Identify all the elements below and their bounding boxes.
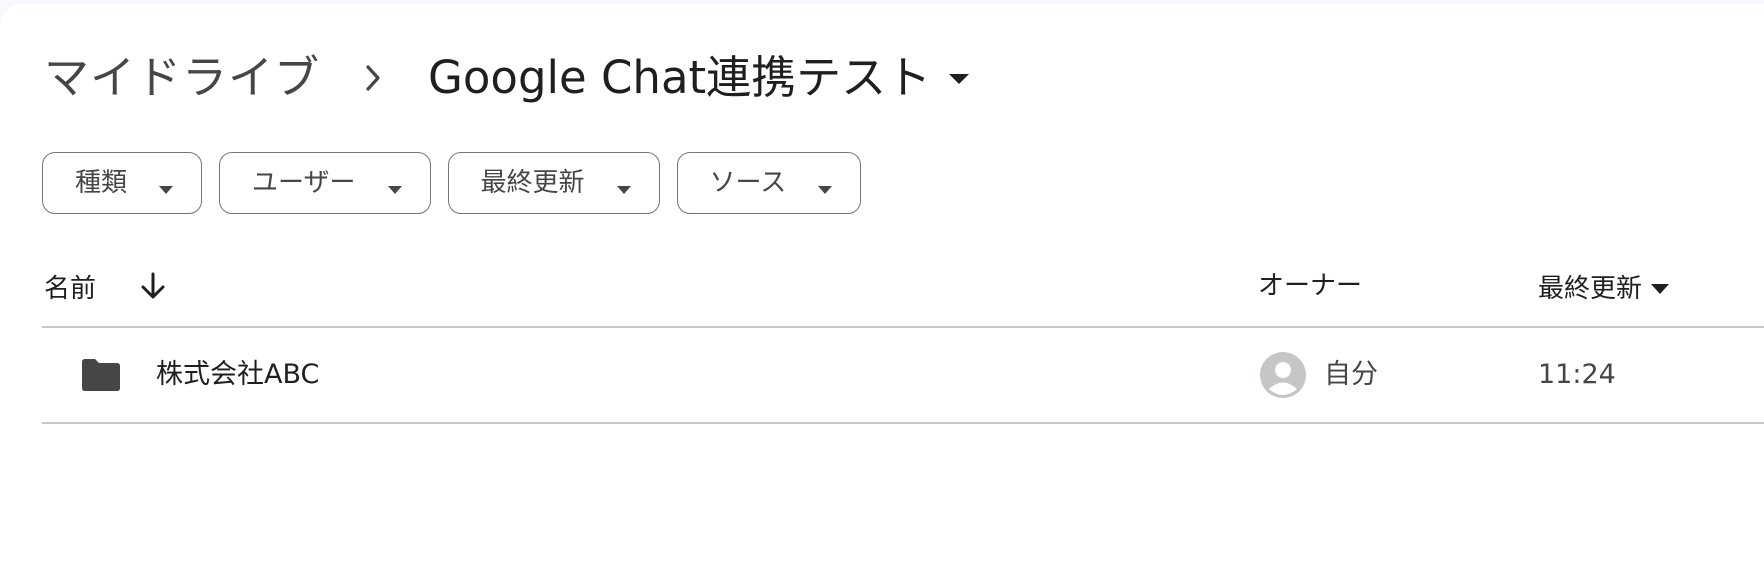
- filter-chip-source[interactable]: ソース: [676, 152, 862, 214]
- owner-name: 自分: [1324, 359, 1378, 390]
- filter-chip-label: ソース: [709, 168, 787, 198]
- modified-time: 11:24: [1538, 359, 1616, 390]
- file-name[interactable]: 株式会社ABC: [156, 355, 319, 395]
- column-header-modified-label: 最終更新: [1538, 273, 1643, 304]
- table-divider: [42, 422, 1764, 424]
- folder-icon: [80, 358, 122, 392]
- chevron-right-icon: [364, 63, 384, 93]
- column-header-name[interactable]: 名前: [44, 266, 166, 306]
- breadcrumb-root-link[interactable]: マイドライブ: [44, 48, 320, 108]
- filter-chip-type[interactable]: 種類: [42, 152, 203, 214]
- caret-down-icon: [818, 179, 833, 194]
- column-header-owner[interactable]: オーナー: [1258, 266, 1362, 306]
- caret-down-icon: [1650, 280, 1670, 294]
- table-row[interactable]: 株式会社ABC 自分 11:24: [42, 328, 1764, 422]
- caret-down-icon: [947, 71, 971, 85]
- caret-down-icon: [387, 179, 402, 194]
- filter-chip-label: ユーザー: [252, 168, 356, 198]
- caret-down-icon: [616, 179, 631, 194]
- filter-chip-label: 最終更新: [480, 168, 585, 198]
- arrow-down-icon[interactable]: [140, 272, 166, 300]
- default-avatar-icon: [1260, 352, 1306, 398]
- filter-chips: 種類 ユーザー 最終更新 ソース: [42, 152, 878, 214]
- column-header-modified[interactable]: 最終更新: [1538, 266, 1670, 306]
- filter-chip-user[interactable]: ユーザー: [219, 152, 431, 214]
- table-header: 名前 オーナー 最終更新: [42, 256, 1764, 326]
- main-panel: マイドライブ Google Chat連携テスト 種類 ユーザー 最終更新 ソース…: [0, 4, 1764, 564]
- breadcrumb-current-folder-button[interactable]: Google Chat連携テスト: [428, 48, 971, 108]
- breadcrumb: マイドライブ Google Chat連携テスト: [44, 48, 971, 108]
- caret-down-icon: [159, 179, 174, 194]
- column-header-name-label: 名前: [44, 273, 97, 304]
- breadcrumb-current-label: Google Chat連携テスト: [428, 51, 932, 104]
- filter-chip-label: 種類: [75, 168, 128, 198]
- filter-chip-modified[interactable]: 最終更新: [447, 152, 660, 214]
